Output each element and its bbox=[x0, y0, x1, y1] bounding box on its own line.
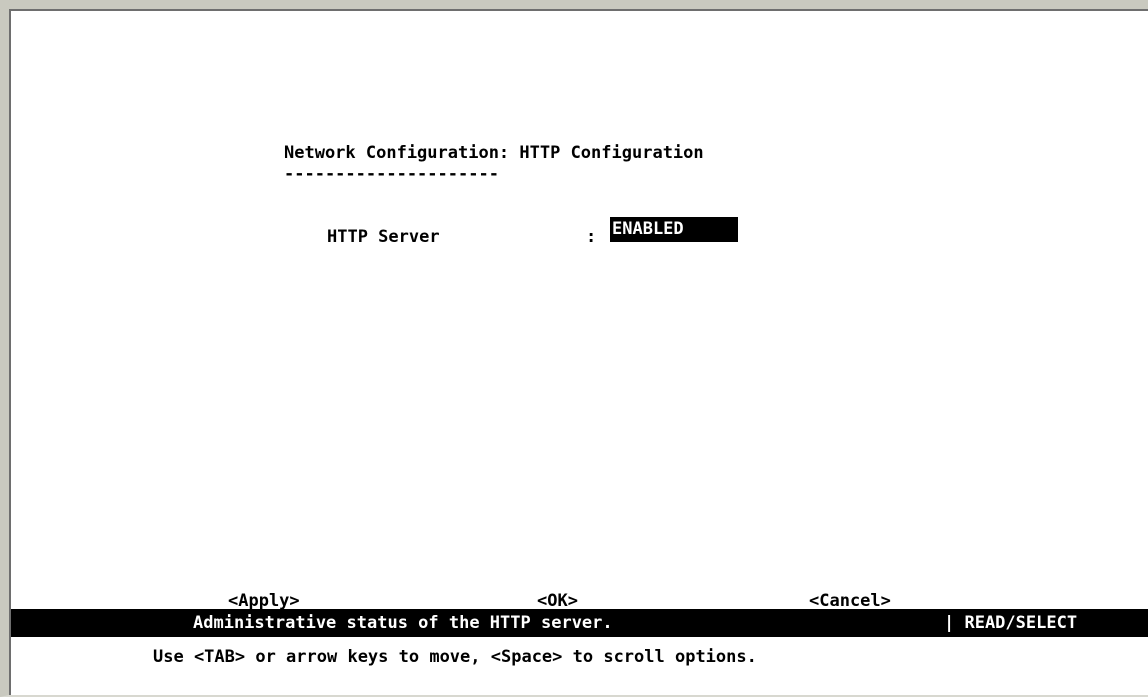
http-server-select[interactable]: ENABLED bbox=[610, 217, 738, 242]
status-mode: | READ/SELECT bbox=[944, 613, 1078, 633]
help-text: Use <TAB> or arrow keys to move, <Space>… bbox=[153, 647, 757, 667]
page-title: Network Configuration: HTTP Configuratio… bbox=[284, 143, 704, 163]
http-server-label: HTTP Server bbox=[327, 227, 440, 247]
http-server-separator: : bbox=[586, 227, 597, 247]
status-bar: Administrative status of the HTTP server… bbox=[11, 609, 1148, 637]
title-underline: --------------------- bbox=[284, 164, 499, 184]
ok-button[interactable]: <OK> bbox=[537, 591, 578, 611]
cancel-button[interactable]: <Cancel> bbox=[809, 591, 891, 611]
apply-button[interactable]: <Apply> bbox=[228, 591, 300, 611]
status-description: Administrative status of the HTTP server… bbox=[193, 613, 613, 633]
terminal-screen: Network Configuration: HTTP Configuratio… bbox=[0, 0, 1148, 697]
